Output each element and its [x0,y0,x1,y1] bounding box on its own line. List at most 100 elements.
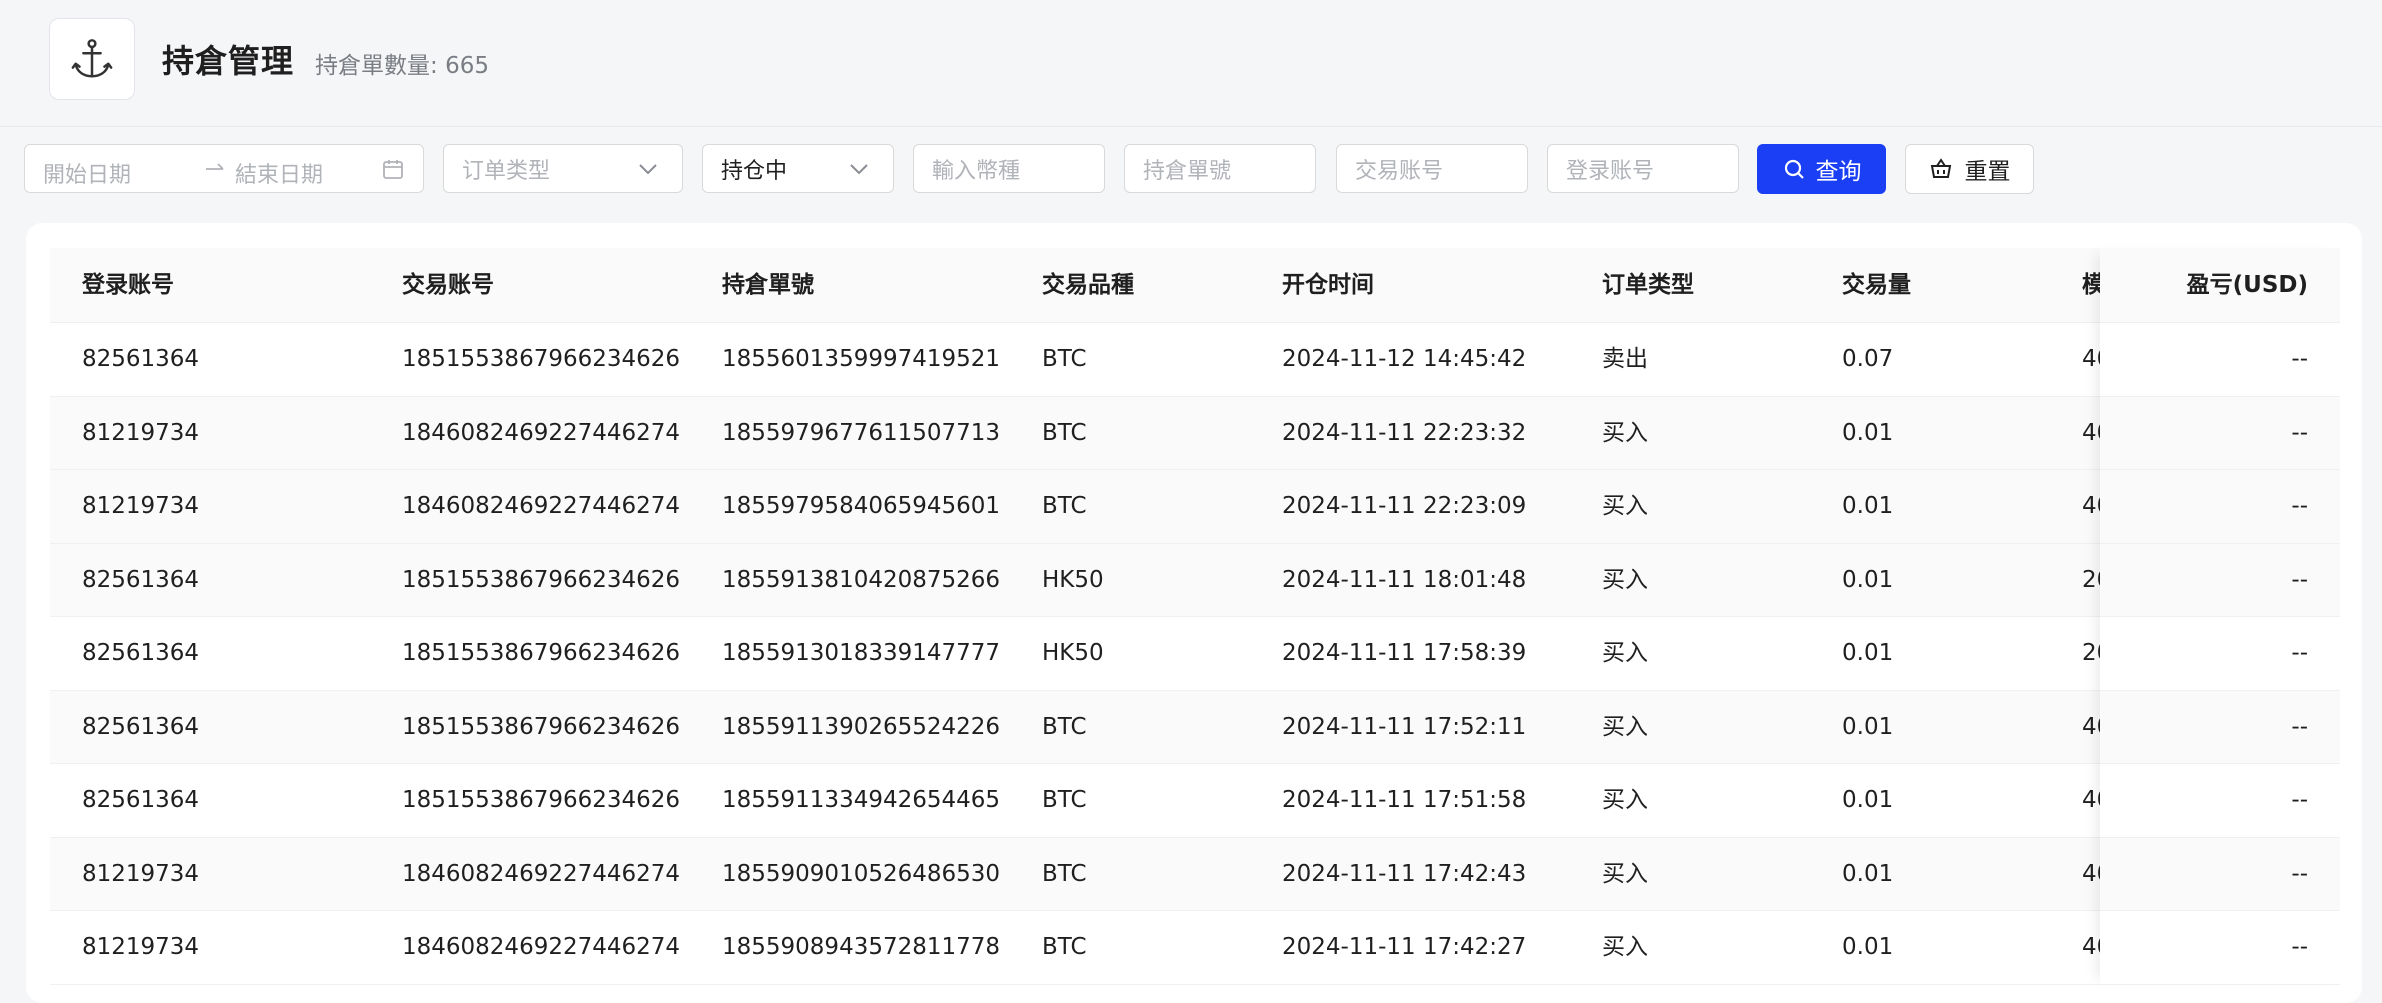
search-button-label: 查询 [1815,159,1862,185]
order-type-placeholder: 订单类型 [462,158,551,184]
col-header-order-type[interactable]: 订单类型 [1602,248,1694,322]
table-row[interactable]: 81219734 1846082469227446274 18559796776… [50,396,2340,470]
cell-pnl: -- [2100,543,2340,617]
cell-open-time: 2024-11-11 17:42:43 [1282,860,1527,887]
pnl-value: -- [2291,640,2308,666]
col-header-volume[interactable]: 交易量 [1842,248,1911,322]
trade-account-input[interactable]: 交易账号 [1336,144,1528,193]
pnl-value: -- [2291,860,2308,887]
start-date-input[interactable]: 開始日期 [43,157,131,189]
chevron-down-icon [850,164,868,175]
trade-account-placeholder: 交易账号 [1355,158,1444,184]
cell-symbol: HK50 [1042,566,1104,593]
order-type-select[interactable]: 订单类型 [443,144,683,193]
cell-pnl: -- [2100,396,2340,470]
cell-trade-account: 1846082469227446274 [402,493,681,519]
cell-trade-account: 1851553867966234626 [402,713,681,740]
cell-volume: 0.01 [1842,713,1894,740]
search-button[interactable]: 查询 [1757,144,1886,194]
cell-order-type: 买入 [1602,566,1648,593]
col-header-open-time[interactable]: 开仓时间 [1282,248,1374,322]
position-count: 持倉單數量: 665 [315,46,489,80]
currency-placeholder: 輸入幣種 [932,158,1021,184]
cell-symbol: BTC [1042,493,1087,519]
cell-order-type: 买入 [1602,787,1648,813]
cell-symbol: BTC [1042,934,1087,960]
page-header: 持倉管理 持倉單數量: 665 [0,0,2382,127]
cell-volume: 0.01 [1842,493,1894,519]
cell-volume: 0.07 [1842,346,1894,372]
reset-button[interactable]: 重置 [1905,144,2034,194]
cell-pnl: -- [2100,911,2340,985]
cell-pnl: -- [2100,764,2340,838]
cell-login-account: 82561364 [82,787,200,813]
cell-order-type: 卖出 [1602,346,1648,372]
cell-pnl: -- [2100,323,2340,397]
cell-symbol: BTC [1042,787,1087,813]
position-count-label: 持倉單數量: [315,53,438,79]
chevron-down-icon [639,164,657,175]
cell-login-account: 81219734 [82,934,200,960]
cell-trade-account: 1851553867966234626 [402,787,681,813]
position-no-input[interactable]: 持倉單號 [1124,144,1316,193]
status-select[interactable]: 持仓中 [702,144,894,193]
cell-open-time: 2024-11-12 14:45:42 [1282,346,1527,372]
cell-trade-account: 1851553867966234626 [402,346,681,372]
table-row[interactable]: 82561364 1851553867966234626 18556013599… [50,323,2340,397]
cell-order-type: 买入 [1602,860,1648,887]
table-row[interactable]: 81219734 1846082469227446274 18559089435… [50,911,2340,985]
cell-volume: 0.01 [1842,419,1894,446]
cell-volume: 0.01 [1842,566,1894,593]
cell-pnl: -- [2100,617,2340,691]
search-icon [1784,159,1804,179]
position-count-value: 665 [445,53,489,79]
cell-login-account: 82561364 [82,640,200,666]
table-row[interactable]: 81219734 1846082469227446274 18559090105… [50,837,2340,911]
col-header-login-account[interactable]: 登录账号 [82,248,174,322]
basket-icon [1930,158,1951,178]
cell-trade-account: 1846082469227446274 [402,934,681,960]
cell-symbol: BTC [1042,860,1087,887]
cell-open-time: 2024-11-11 17:42:27 [1282,934,1527,960]
table-row[interactable]: 82561364 1851553867966234626 18559113902… [50,690,2340,764]
table-row[interactable]: 82561364 1851553867966234626 18559138104… [50,543,2340,617]
cell-symbol: BTC [1042,346,1087,372]
cell-open-time: 2024-11-11 18:01:48 [1282,566,1527,593]
reset-button-label: 重置 [1964,159,2011,185]
col-header-pnl[interactable]: 盈亏(USD) [2100,248,2340,323]
currency-input[interactable]: 輸入幣種 [913,144,1105,193]
pnl-value: -- [2291,346,2308,372]
cell-position-no: 1855913810420875266 [722,566,1001,593]
login-account-placeholder: 登录账号 [1566,158,1655,184]
cell-symbol: BTC [1042,419,1087,446]
table-header: 登录账号 交易账号 持倉單號 交易品種 开仓时间 订单类型 交易量 模 [50,248,2340,323]
cell-symbol: HK50 [1042,640,1104,666]
end-date-input[interactable]: 結束日期 [235,157,323,189]
cell-pnl: -- [2100,470,2340,544]
pnl-value: -- [2291,713,2308,740]
table-row[interactable]: 82561364 1851553867966234626 18559113349… [50,764,2340,838]
login-account-input[interactable]: 登录账号 [1547,144,1739,193]
table-row[interactable]: 81219734 1846082469227446274 18559795840… [50,470,2340,544]
fixed-pnl-column: 盈亏(USD) -- -- -- -- -- -- -- -- -- [2100,248,2340,985]
cell-open-time: 2024-11-11 22:23:32 [1282,419,1527,446]
pnl-value: -- [2291,493,2308,519]
col-header-trade-account[interactable]: 交易账号 [402,248,494,322]
cell-volume: 0.01 [1842,860,1894,887]
col-header-position-no[interactable]: 持倉單號 [722,248,814,322]
date-range-picker[interactable]: 開始日期 結束日期 [24,144,424,193]
status-select-value: 持仓中 [721,158,788,184]
cell-login-account: 81219734 [82,860,200,887]
col-header-symbol[interactable]: 交易品種 [1042,248,1134,322]
cell-login-account: 82561364 [82,566,200,593]
table-row[interactable]: 82561364 1851553867966234626 18559130183… [50,617,2340,691]
calendar-icon [383,160,403,179]
cell-position-no: 1855911390265524226 [722,713,1001,740]
cell-position-no: 1855908943572811778 [722,934,1001,960]
arrow-right-icon [206,163,224,170]
cell-trade-account: 1846082469227446274 [402,860,681,887]
cell-symbol: BTC [1042,713,1087,740]
cell-position-no: 1855913018339147777 [722,640,1001,666]
cell-position-no: 1855979677611507713 [722,419,1001,446]
cell-order-type: 买入 [1602,713,1648,740]
